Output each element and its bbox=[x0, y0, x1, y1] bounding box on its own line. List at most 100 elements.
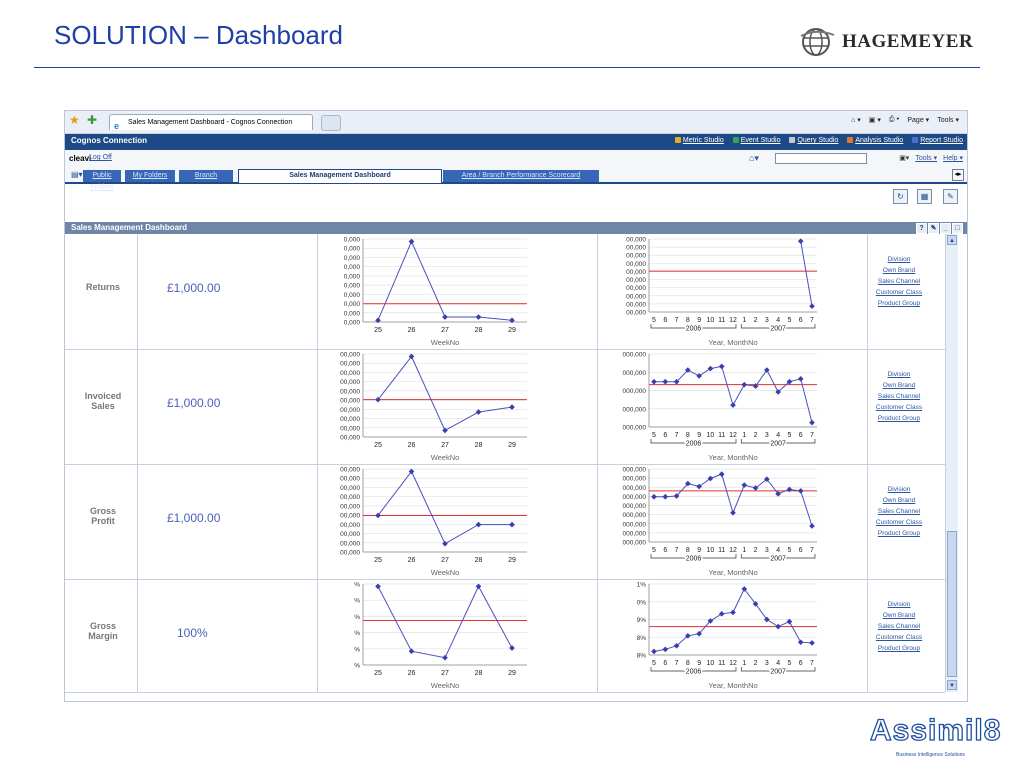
x-tick-label: 6 bbox=[799, 432, 803, 439]
data-point bbox=[775, 623, 781, 630]
x-tick-label: 9 bbox=[697, 432, 701, 439]
drill-link[interactable]: Customer Class bbox=[865, 517, 933, 528]
y-tick-label: 0,000 bbox=[344, 283, 361, 290]
y-tick-label: 00,000 bbox=[340, 476, 360, 483]
drill-link[interactable]: Customer Class bbox=[865, 632, 933, 643]
drill-link[interactable]: Product Group bbox=[865, 413, 933, 424]
line-chart: 00,000 00,000 00,000 00,000 00,000 00,000 00,0… bbox=[340, 352, 527, 462]
x-tick-label: 5 bbox=[787, 547, 791, 554]
x-tick-label: 11 bbox=[718, 432, 725, 439]
studio-link-0[interactable]: Metric Studio bbox=[674, 137, 724, 144]
y-tick-label: 000,000 bbox=[623, 388, 647, 395]
drill-link[interactable]: Sales Channel bbox=[865, 621, 933, 632]
y-tick-label: 00,000 bbox=[626, 245, 646, 252]
line-chart: 000,000000,000000,000000,000000,0005 6 7 8 9… bbox=[623, 352, 817, 462]
feeds-icon[interactable]: ▣ ▾ bbox=[869, 116, 881, 124]
metric-name-line: Gross bbox=[89, 621, 116, 631]
refresh-icon[interactable]: ↻ bbox=[893, 189, 908, 204]
help-icon[interactable]: ? bbox=[916, 223, 927, 234]
page-menu[interactable]: Page ▾ bbox=[907, 116, 929, 124]
help-link[interactable]: Help ▾ bbox=[943, 154, 963, 162]
search-options-icon[interactable]: ▣▾ bbox=[899, 154, 909, 162]
drill-link[interactable]: Sales Channel bbox=[865, 391, 933, 402]
x-tick-label: 8 bbox=[686, 432, 690, 439]
tools-link[interactable]: Tools ▾ bbox=[915, 154, 937, 162]
edit-page-icon[interactable]: ✎ bbox=[943, 189, 958, 204]
edit-icon[interactable]: ✎ bbox=[928, 223, 939, 234]
x-tick-label: 5 bbox=[787, 432, 791, 439]
scroll-thumb[interactable] bbox=[947, 531, 957, 677]
studio-link-1[interactable]: Event Studio bbox=[732, 137, 780, 144]
title-divider bbox=[34, 67, 980, 68]
maximize-icon[interactable]: □ bbox=[952, 223, 963, 234]
log-off-link[interactable]: Log Off bbox=[89, 154, 112, 161]
data-point bbox=[442, 314, 448, 320]
series-line bbox=[654, 365, 813, 423]
y-tick-label: 0,000 bbox=[344, 273, 361, 280]
scroll-down-icon[interactable]: ▼ bbox=[947, 680, 957, 690]
search-input[interactable] bbox=[775, 153, 867, 164]
drill-link[interactable]: Customer Class bbox=[865, 287, 933, 298]
x-tick-label: 6 bbox=[663, 317, 667, 324]
drill-link[interactable]: Product Group bbox=[865, 298, 933, 309]
y-tick-label: 00,000 bbox=[626, 293, 646, 300]
series-line bbox=[377, 585, 513, 659]
home-icon[interactable]: ⌂▾ bbox=[749, 153, 759, 164]
browser-tab-title: Sales Management Dashboard - Cognos Conn… bbox=[128, 119, 293, 126]
metric-row: Gross Profit £1,000.00 Division Own Brand Sal… bbox=[65, 464, 945, 580]
scroll-up-icon[interactable]: ▲ bbox=[947, 235, 957, 245]
print-icon[interactable]: ⎙ ▾ bbox=[889, 116, 900, 124]
x-tick-label: 12 bbox=[729, 432, 737, 439]
x-tick-label: 6 bbox=[663, 660, 667, 667]
studio-link-4[interactable]: Report Studio bbox=[912, 137, 963, 144]
portal-tab[interactable]: Area / Branch Performance Scorecard bbox=[443, 170, 599, 182]
x-tick-label: 7 bbox=[675, 660, 679, 667]
portal-tab[interactable]: Public Folders bbox=[83, 170, 121, 191]
metric-row: Returns £1,000.00 Division Own Brand Sales C… bbox=[65, 234, 945, 350]
drill-link[interactable]: Own Brand bbox=[865, 265, 933, 276]
metric-row: Gross Margin 100% Division Own Brand Sales Ch… bbox=[65, 579, 945, 693]
portal-tab[interactable]: My Folders bbox=[125, 170, 175, 182]
portal-tab[interactable]: Sales Management Dashboard bbox=[238, 169, 442, 183]
vertical-scrollbar[interactable]: ▲ ▼ bbox=[945, 234, 958, 692]
data-point bbox=[662, 378, 669, 385]
drill-link[interactable]: Division bbox=[865, 599, 933, 610]
new-tab-button[interactable] bbox=[321, 115, 341, 131]
minimize-icon[interactable]: _ bbox=[940, 223, 951, 234]
x-group-label: 2007 bbox=[770, 669, 786, 676]
drill-link[interactable]: Sales Channel bbox=[865, 506, 933, 517]
home-icon[interactable]: ⌂ ▾ bbox=[851, 116, 861, 124]
y-tick-label: 00,000 bbox=[626, 253, 646, 260]
x-tick-label: 3 bbox=[765, 432, 769, 439]
slide-title: SOLUTION – Dashboard bbox=[54, 20, 344, 50]
studio-link-3[interactable]: Analysis Studio bbox=[847, 137, 903, 144]
favorites-star-icon[interactable]: ★ bbox=[69, 113, 80, 127]
browser-tab[interactable]: e Sales Management Dashboard - Cognos Co… bbox=[109, 114, 313, 131]
y-tick-label: 00,000 bbox=[340, 425, 360, 432]
portal-tab[interactable]: Branch bbox=[179, 170, 233, 182]
metric-name-line: Returns bbox=[85, 282, 120, 292]
column-divider bbox=[317, 464, 318, 579]
drill-link[interactable]: Own Brand bbox=[865, 380, 933, 391]
add-favorites-icon[interactable]: ✚ bbox=[87, 113, 97, 127]
drill-link[interactable]: Product Group bbox=[865, 528, 933, 539]
drill-link[interactable]: Customer Class bbox=[865, 402, 933, 413]
drill-link[interactable]: Division bbox=[865, 369, 933, 380]
add-portlet-icon[interactable]: ▦ bbox=[917, 189, 932, 204]
x-tick-label: 26 bbox=[408, 557, 416, 564]
assimil8-wordmark: Assimil8 bbox=[869, 713, 1002, 747]
header-links: ▣▾ Tools ▾ Help ▾ bbox=[899, 154, 963, 162]
studio-icon bbox=[732, 137, 739, 144]
drill-link[interactable]: Own Brand bbox=[865, 610, 933, 621]
drill-link[interactable]: Division bbox=[865, 484, 933, 495]
drill-link[interactable]: Division bbox=[865, 254, 933, 265]
tab-menu-icon[interactable]: ▤▾ bbox=[71, 170, 83, 179]
tools-menu[interactable]: Tools ▾ bbox=[937, 116, 959, 124]
drill-link[interactable]: Own Brand bbox=[865, 495, 933, 506]
studio-link-2[interactable]: Query Studio bbox=[789, 137, 838, 144]
tab-scroll-icon[interactable]: ◂▸ bbox=[952, 169, 964, 181]
drill-link[interactable]: Sales Channel bbox=[865, 276, 933, 287]
drill-link[interactable]: Product Group bbox=[865, 643, 933, 654]
x-tick-label: 2 bbox=[754, 317, 758, 324]
metric-name: Gross Profit bbox=[73, 506, 133, 526]
